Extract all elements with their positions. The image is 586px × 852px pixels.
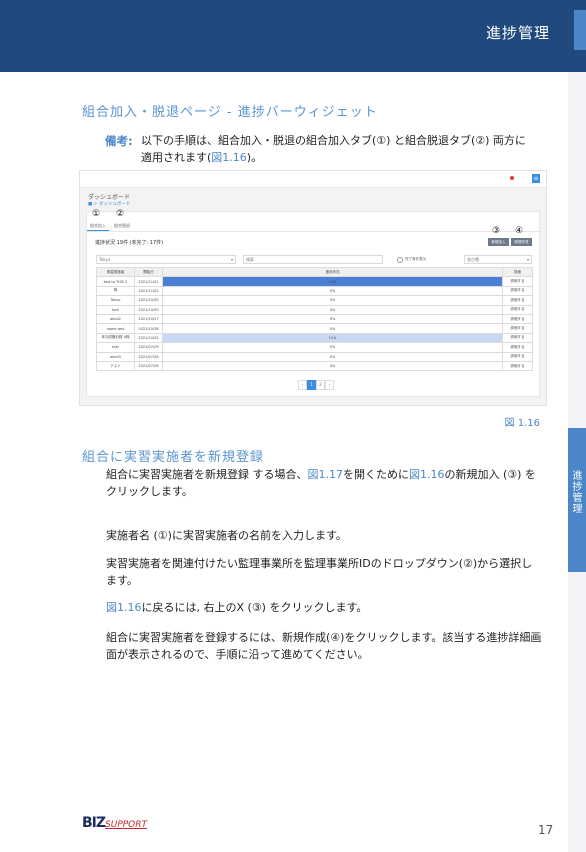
- table-row[interactable]: Tokyo 2021/10/30 0% 詳細する: [96, 295, 533, 306]
- table-row[interactable]: abcd2 2021/10/27 0% 詳細する: [96, 313, 533, 325]
- column-header: 実習実施者: [96, 266, 135, 278]
- table-row[interactable]: 年次試験日程 A株 2021/10/25 11% 詳細する: [96, 332, 533, 344]
- screenshot-breadcrumb: ■ > ダッシュボード: [88, 202, 131, 207]
- figure-caption: 図 1.16: [504, 418, 540, 429]
- section-title-progress-widget: 組合加入・脱退ページ - 進捗バーウィジェット: [82, 105, 378, 120]
- paragraph-4: 図1.16に戻るには, 右上のX (③) をクリックします。: [106, 601, 368, 614]
- progress-bar: 0%: [162, 295, 503, 306]
- page-header: 進捗管理: [0, 0, 586, 72]
- table-row[interactable]: test 2021/07/29 0% 詳細する: [96, 342, 533, 353]
- search-input[interactable]: 検索: [243, 255, 383, 264]
- paragraph-2: 実施者名 (①)に実習実施者の名前を入力します。: [106, 529, 347, 542]
- column-header: 進捗状況: [162, 266, 503, 278]
- detail-link[interactable]: 詳細する: [502, 342, 533, 353]
- marker-1: ①: [92, 209, 101, 219]
- header-tab-marker: [574, 10, 586, 50]
- chevron-down-icon: ▾: [526, 257, 529, 262]
- detail-link[interactable]: 詳細する: [502, 295, 533, 306]
- progress-bar: 0%: [162, 351, 503, 362]
- table-row[interactable]: tom 2021/10/30 0% 詳細する: [96, 304, 533, 315]
- progress-status: 進捗状況 19件 (未完了: 17件): [95, 240, 164, 246]
- detail-link[interactable]: 詳細する: [502, 351, 533, 362]
- figure-link[interactable]: 図1.16: [409, 468, 445, 481]
- screenshot-panel: ① ② 組合加入 組合脱退 進捗状況 19件 (未完了: 17件) ③ ④ 新規…: [86, 209, 540, 397]
- progress-bar: 0%: [162, 323, 503, 334]
- notification-dot-icon: [510, 176, 514, 180]
- marker-3: ③: [492, 226, 501, 236]
- table-row[interactable]: name test 2021/10/26 0% 詳細する: [96, 323, 533, 334]
- detail-link[interactable]: 詳細する: [502, 276, 533, 287]
- office-select[interactable]: Tokyo ▾: [96, 255, 236, 264]
- note-label: 備考:: [105, 134, 133, 148]
- progress-bar: 0%: [162, 342, 503, 353]
- pager-page-2[interactable]: 2: [316, 380, 325, 390]
- detail-link[interactable]: 詳細する: [502, 323, 533, 334]
- section-title-register: 組合に実習実施者を新規登録: [82, 450, 265, 465]
- sort-select[interactable]: 並び替 ▾: [464, 255, 532, 264]
- page-number: 17: [538, 823, 554, 837]
- screenshot-topbar: ≡: [80, 171, 546, 188]
- figure-link[interactable]: 図1.17: [308, 468, 344, 481]
- table-row[interactable]: テスト 2021/07/28 0% 詳細する: [96, 360, 533, 372]
- progress-bar: 10%: [162, 276, 503, 287]
- create-button[interactable]: 新規作成: [511, 238, 532, 246]
- marker-2: ②: [116, 209, 125, 219]
- progress-bar: 0%: [162, 313, 503, 325]
- side-chapter-tab-label: 進捗管理: [570, 470, 581, 514]
- menu-icon: ≡: [532, 174, 540, 183]
- figure-link[interactable]: 図1.16: [211, 151, 247, 164]
- header-title: 進捗管理: [485, 24, 550, 42]
- paragraph-1: 組合に実習実施者を新規登録 する場合、図1.17を開くために図1.16の新規加入…: [106, 468, 536, 498]
- show-completed-radio[interactable]: [397, 257, 403, 263]
- progress-bar: 0%: [162, 285, 503, 297]
- show-completed-label: 完了済を表示: [405, 257, 426, 261]
- detail-link[interactable]: 詳細する: [502, 285, 533, 297]
- detail-link[interactable]: 詳細する: [502, 304, 533, 315]
- pager-page-1[interactable]: 1: [307, 380, 316, 390]
- tab-divider: [87, 231, 539, 232]
- chevron-down-icon: ▾: [230, 257, 233, 262]
- progress-bar: 0%: [162, 304, 503, 315]
- table-row[interactable]: test to THIS 3 2021/11/01 10% 詳細する: [96, 276, 533, 287]
- table-row[interactable]: 株 2021/11/02 0% 詳細する: [96, 285, 533, 297]
- progress-bar: 11%: [162, 332, 503, 344]
- detail-link[interactable]: 詳細する: [502, 332, 533, 344]
- tab-leave[interactable]: 組合脱退: [114, 223, 130, 229]
- table-header-row: 実習実施者 開始日 進捗状況 詳細: [96, 266, 533, 278]
- biz-support-logo: BIZSUPPORT: [82, 815, 148, 831]
- tab-join[interactable]: 組合加入: [90, 223, 106, 229]
- column-header: 開始日: [134, 266, 163, 278]
- marker-4: ④: [515, 226, 524, 236]
- pager-prev[interactable]: ‹: [298, 380, 307, 390]
- detail-link[interactable]: 詳細する: [502, 313, 533, 325]
- column-header: 詳細: [502, 266, 533, 278]
- figure-screenshot: ≡ ダッシュボード ■ > ダッシュボード ① ② 組合加入 組合脱退 進捗状況…: [79, 170, 547, 406]
- screenshot-page-title: ダッシュボード: [88, 194, 131, 201]
- paragraph-3: 実習実施者を関連付けたい監理事業所を監理事業所IDのドロップダウン(②)から選択…: [106, 557, 533, 587]
- progress-bar: 0%: [162, 360, 503, 372]
- note-line-2: 適用されます(図1.16)。: [141, 151, 263, 164]
- note-text: 以下の手順は、組合加入・脱退の組合加入タブ(①) と組合脱退タブ(②) 両方に …: [141, 132, 526, 166]
- pager-next[interactable]: ›: [325, 380, 334, 390]
- detail-link[interactable]: 詳細する: [502, 360, 533, 372]
- new-join-button[interactable]: 新規加入: [488, 238, 509, 246]
- progress-table: 実習実施者 開始日 進捗状況 詳細 test to THIS 3 2021/11/…: [96, 266, 533, 372]
- table-row[interactable]: abcd3 2021/07/28 0% 詳細する: [96, 351, 533, 362]
- note-line-1: 以下の手順は、組合加入・脱退の組合加入タブ(①) と組合脱退タブ(②) 両方に: [141, 134, 526, 147]
- figure-link[interactable]: 図1.16: [106, 601, 142, 614]
- paragraph-5: 組合に実習実施者を登録するには、新規作成(④)をクリックします。該当する進捗詳細…: [106, 631, 542, 661]
